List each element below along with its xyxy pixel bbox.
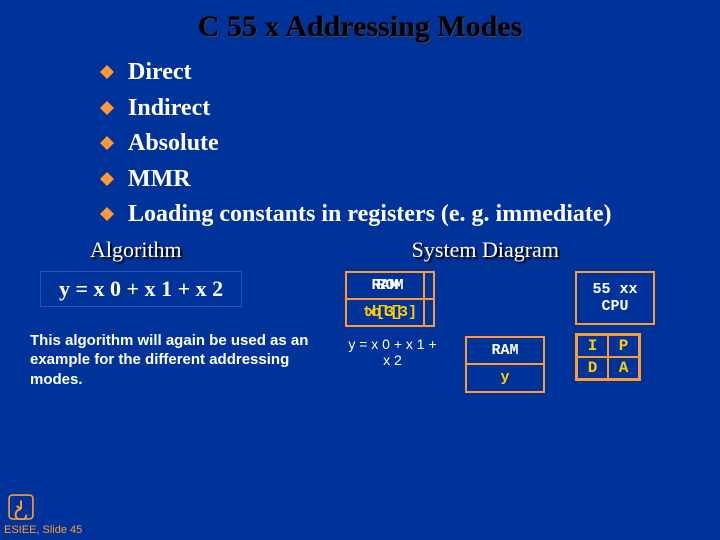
slide-footer: ESIEE, Slide 45 [4,524,82,536]
bullet-item: Direct [100,59,720,87]
system-diagram-label: System Diagram [412,237,559,263]
grid-tr: P [608,335,639,357]
bullet-list: Direct Indirect Absolute MMR Loading con… [100,59,720,229]
ram-x-title: RAM [347,273,423,298]
return-icon[interactable] [8,494,34,520]
bullet-text: MMR [128,166,191,194]
bullet-text: Absolute [128,130,219,158]
ram-x-box: RAM x[3] [345,271,425,327]
cpu-box: 55 xx CPU [575,271,655,325]
ram-y-sub: y [467,363,543,391]
grid-tl: I [577,335,608,357]
grid-bl: D [577,357,608,379]
formula-box: y = x 0 + x 1 + x 2 [40,271,242,307]
bus-grid: I P D A [575,333,641,381]
bullet-item: MMR [100,166,720,194]
algorithm-label: Algorithm [90,237,182,263]
grid-br: A [608,357,639,379]
diamond-bullet-icon [100,101,114,115]
diamond-bullet-icon [100,65,114,79]
cpu-line1: 55 xx [592,281,637,298]
algorithm-description: This algorithm will again be used as an … [30,331,320,390]
bullet-text: Indirect [128,95,210,123]
equation-under: y = x 0 + x 1 + x 2 [345,336,440,368]
bullet-item: Indirect [100,95,720,123]
diamond-bullet-icon [100,207,114,221]
cpu-line2: CPU [601,298,628,315]
bullet-item: Absolute [100,130,720,158]
bullet-text: Direct [128,59,192,87]
bullet-text: Loading constants in registers (e. g. im… [128,201,612,229]
subheaders: Algorithm System Diagram [0,237,720,263]
slide-title: C 55 x Addressing Modes [0,0,720,44]
diamond-bullet-icon [100,172,114,186]
ram-y-box: RAM y [465,336,545,393]
bullet-item: Loading constants in registers (e. g. im… [100,201,720,229]
diamond-bullet-icon [100,136,114,150]
ram-x-sub: x[3] [347,298,423,325]
ram-y-title: RAM [467,338,543,363]
